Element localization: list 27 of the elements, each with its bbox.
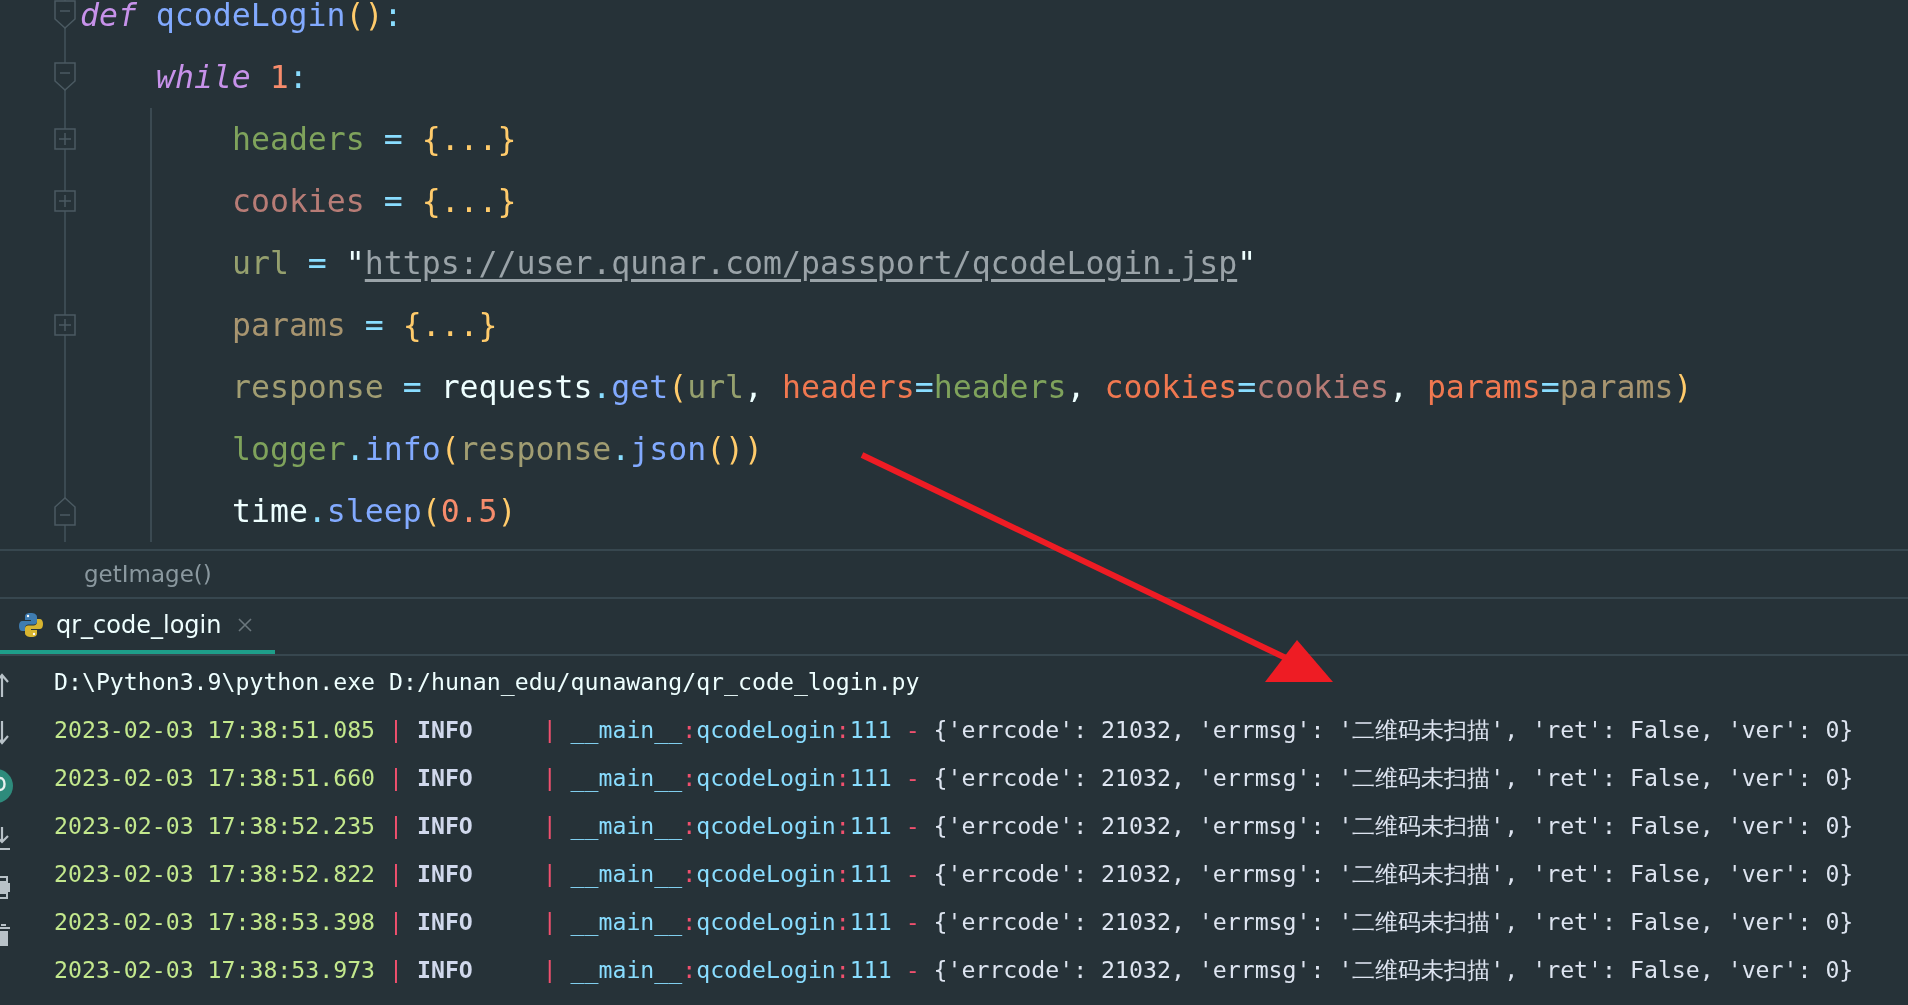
code-line: response = requests.get(url, headers=headers, cookies=cookies, params=params) <box>232 368 1693 407</box>
console-line: D:\Python3.9\python.exe D:/hunan_edu/qunawang/qr_code_login.py <box>54 667 921 698</box>
console-line: 2023-02-03 17:38:51.085 | INFO | __main__:qcodeLogin:111 - {'errcode': 21032, 'errmsg': '二维码未扫描', 'ret': False, 'ver': 0} <box>54 715 1854 746</box>
fold-icon[interactable] <box>54 0 76 30</box>
expand-icon[interactable] <box>54 314 76 336</box>
code-line: time.sleep(0.5) <box>232 492 517 531</box>
fold-icon[interactable] <box>54 496 76 526</box>
close-icon[interactable] <box>237 616 254 633</box>
code-line: params = {...} <box>232 306 498 345</box>
run-tab[interactable]: qr_code_login <box>0 599 276 654</box>
code-line: headers = {...} <box>232 120 517 159</box>
fold-icon[interactable] <box>54 62 76 92</box>
url-link[interactable]: https://user.qunar.com/passport/qcodeLogin.jsp <box>364 245 1238 281</box>
code-line: url = "https://user.qunar.com/passport/qcodeLogin.jsp" <box>232 244 1257 283</box>
expand-icon[interactable] <box>54 128 76 150</box>
console-line: 2023-02-03 17:38:51.660 | INFO | __main__:qcodeLogin:111 - {'errcode': 21032, 'errmsg': '二维码未扫描', 'ret': False, 'ver': 0} <box>54 763 1854 794</box>
expand-icon[interactable] <box>54 190 76 212</box>
console-line: 2023-02-03 17:38:52.822 | INFO | __main__:qcodeLogin:111 - {'errcode': 21032, 'errmsg': '二维码未扫描', 'ret': False, 'ver': 0} <box>54 859 1854 890</box>
console-line: 2023-02-03 17:38:53.398 | INFO | __main__:qcodeLogin:111 - {'errcode': 21032, 'errmsg': '二维码未扫描', 'ret': False, 'ver': 0} <box>54 907 1854 938</box>
breadcrumb-item[interactable]: getImage() <box>84 561 212 587</box>
python-icon <box>18 611 44 638</box>
code-line: logger.info(response.json()) <box>232 430 764 469</box>
console-line: 2023-02-03 17:38:52.235 | INFO | __main__:qcodeLogin:111 - {'errcode': 21032, 'errmsg': '二维码未扫描', 'ret': False, 'ver': 0} <box>54 811 1854 842</box>
code-line: while 1: <box>156 58 308 97</box>
code-line: def qcodeLogin(): <box>80 0 403 35</box>
console-line: 2023-02-03 17:38:53.973 | INFO | __main__:qcodeLogin:111 - {'errcode': 21032, 'errmsg': '二维码未扫描', 'ret': False, 'ver': 0} <box>54 955 1854 986</box>
code-line: cookies = {...} <box>232 182 517 221</box>
